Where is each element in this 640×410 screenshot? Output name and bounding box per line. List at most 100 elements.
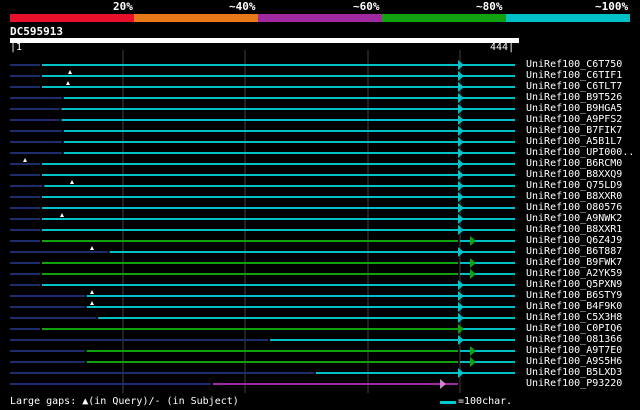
hit-end-arrow <box>458 60 464 70</box>
hit-end-arrow <box>458 159 464 169</box>
hit-label[interactable]: UniRef100_B5LXD3 <box>526 367 622 378</box>
hit-end-arrow <box>458 181 464 191</box>
hit-row[interactable] <box>10 126 515 136</box>
hit-label[interactable]: UniRef100_B9HGA5 <box>526 103 622 114</box>
hit-row[interactable] <box>10 115 515 125</box>
hit-label[interactable]: UniRef100_B9FWK7 <box>526 257 622 268</box>
scale-bar <box>440 401 456 404</box>
gap-marker-icon <box>60 213 64 217</box>
hit-end-arrow <box>458 71 464 81</box>
hit-label[interactable]: UniRef100_O80576 <box>526 202 622 213</box>
hit-label[interactable]: UniRef100_P93220 <box>526 378 622 389</box>
hit-end-arrow <box>458 137 464 147</box>
hit-end-arrow <box>470 357 476 367</box>
footer-gap-legend: Large gaps: ▲(in Query)/- (in Subject) <box>10 396 239 407</box>
hit-label[interactable]: UniRef100_A2YK59 <box>526 268 622 279</box>
hit-end-arrow <box>458 104 464 114</box>
hit-label[interactable]: UniRef100_O81366 <box>526 334 622 345</box>
hit-label[interactable]: UniRef100_C0PIQ6 <box>526 323 622 334</box>
hit-end-arrow <box>470 346 476 356</box>
hit-label[interactable]: UniRef100_B8XXQ9 <box>526 169 622 180</box>
hit-end-arrow <box>458 126 464 136</box>
hit-end-arrow <box>470 269 476 279</box>
gap-marker-icon <box>90 301 94 305</box>
hit-label[interactable]: UniRef100_A9NWK2 <box>526 213 622 224</box>
hit-label[interactable]: UniRef100_C6T750 <box>526 59 622 70</box>
hit-end-arrow <box>470 258 476 268</box>
hit-row[interactable] <box>10 104 515 114</box>
hit-row[interactable] <box>10 290 515 301</box>
hit-row[interactable] <box>10 148 515 158</box>
hit-row[interactable] <box>10 93 515 103</box>
hit-label[interactable]: UniRef100_C6TLT7 <box>526 81 622 92</box>
hit-row[interactable] <box>10 313 515 323</box>
footer-scale-label: =100char. <box>458 396 513 407</box>
hit-end-arrow <box>458 247 464 257</box>
hit-end-arrow <box>458 192 464 202</box>
hit-label[interactable]: UniRef100_A9PFS2 <box>526 114 622 125</box>
hit-row[interactable] <box>10 368 515 378</box>
hit-row[interactable] <box>10 335 515 345</box>
hit-label[interactable]: UniRef100_B6RCM0 <box>526 158 622 169</box>
gap-marker-icon <box>70 180 74 184</box>
hit-label[interactable]: UniRef100_UPI000.. <box>526 147 634 158</box>
hit-end-arrow <box>458 82 464 92</box>
gap-marker-icon <box>66 81 70 85</box>
hit-row[interactable] <box>10 280 515 290</box>
hit-end-arrow <box>458 302 464 312</box>
hit-label[interactable]: UniRef100_B9T526 <box>526 92 622 103</box>
hit-end-arrow <box>458 214 464 224</box>
hit-label[interactable]: UniRef100_B4F9K0 <box>526 301 622 312</box>
gap-marker-icon <box>90 246 94 250</box>
hit-label[interactable]: UniRef100_B7FIK7 <box>526 125 622 136</box>
hit-row[interactable] <box>10 225 515 235</box>
hit-row[interactable] <box>10 213 515 224</box>
hit-label[interactable]: UniRef100_B8XXR0 <box>526 191 622 202</box>
hit-row[interactable] <box>10 346 515 356</box>
gap-marker-icon <box>23 158 27 162</box>
hit-row[interactable] <box>10 379 515 389</box>
hit-end-arrow <box>440 379 446 389</box>
hit-end-arrow <box>458 280 464 290</box>
hit-label[interactable]: UniRef100_B6T887 <box>526 246 622 257</box>
hit-end-arrow <box>458 291 464 301</box>
hit-end-arrow <box>458 324 464 334</box>
hit-row[interactable] <box>10 236 515 246</box>
hit-label[interactable]: UniRef100_C5X3H8 <box>526 312 622 323</box>
hit-label[interactable]: UniRef100_A9T7E0 <box>526 345 622 356</box>
hit-row[interactable] <box>10 301 515 312</box>
hit-label[interactable]: UniRef100_A9S5H6 <box>526 356 622 367</box>
hit-label[interactable]: UniRef100_B8XXR1 <box>526 224 622 235</box>
hit-label[interactable]: UniRef100_Q75LD9 <box>526 180 622 191</box>
hit-row[interactable] <box>10 203 515 213</box>
hit-label[interactable]: UniRef100_Q5PXN9 <box>526 279 622 290</box>
hit-row[interactable] <box>10 158 515 169</box>
hit-end-arrow <box>458 148 464 158</box>
hit-label[interactable]: UniRef100_A5B1L7 <box>526 136 622 147</box>
hit-end-arrow <box>458 335 464 345</box>
hit-row[interactable] <box>10 258 515 268</box>
hit-end-arrow <box>458 115 464 125</box>
hit-end-arrow <box>458 93 464 103</box>
hit-label[interactable]: UniRef100_B6STY9 <box>526 290 622 301</box>
hit-end-arrow <box>458 313 464 323</box>
hit-label[interactable]: UniRef100_C6TIF1 <box>526 70 622 81</box>
hit-row[interactable] <box>10 192 515 202</box>
gap-marker-icon <box>90 290 94 294</box>
hit-row[interactable] <box>10 170 515 180</box>
hit-label[interactable]: UniRef100_Q6Z4J9 <box>526 235 622 246</box>
hit-row[interactable] <box>10 246 515 257</box>
hit-row[interactable] <box>10 180 515 191</box>
hit-end-arrow <box>470 236 476 246</box>
hit-end-arrow <box>458 368 464 378</box>
hit-end-arrow <box>458 225 464 235</box>
hit-row[interactable] <box>10 269 515 279</box>
hit-row[interactable] <box>10 324 515 334</box>
hit-row[interactable] <box>10 60 515 70</box>
gap-marker-icon <box>68 70 72 74</box>
hit-row[interactable] <box>10 137 515 147</box>
hit-row[interactable] <box>10 357 515 367</box>
hit-end-arrow <box>458 203 464 213</box>
hit-row[interactable] <box>10 81 515 92</box>
hit-row[interactable] <box>10 70 515 81</box>
